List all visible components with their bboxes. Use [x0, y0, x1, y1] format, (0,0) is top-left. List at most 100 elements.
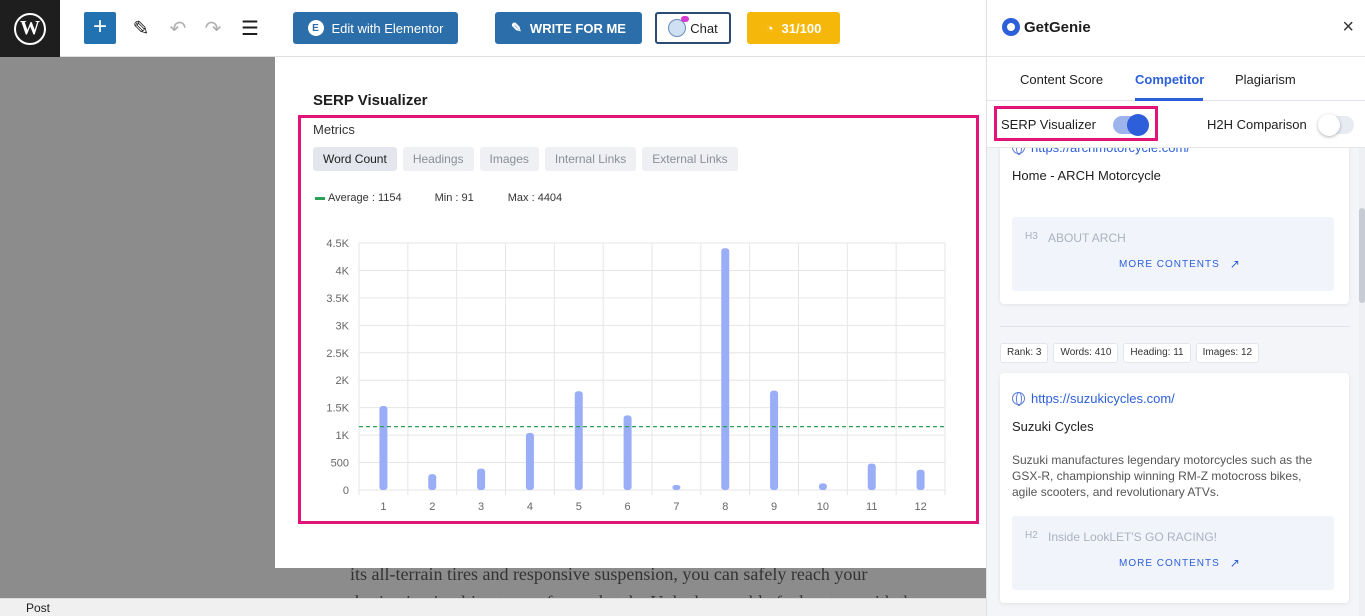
content-score-button[interactable]: ◔ 31/100 — [747, 12, 840, 44]
toggle-knob — [1318, 114, 1340, 136]
more-contents-label: MORE CONTENTS — [1119, 258, 1220, 270]
robot-icon — [668, 16, 690, 37]
serp-visualizer-toggle[interactable] — [1113, 114, 1149, 136]
chart-bar — [721, 248, 730, 490]
globe-icon — [1012, 392, 1025, 406]
breadcrumb-post[interactable]: Post — [26, 601, 50, 615]
edit-with-elementor-label: Edit with Elementor — [331, 20, 444, 36]
y-tick-label: 1.5K — [326, 403, 349, 415]
wordpress-icon: W — [14, 12, 46, 45]
heading-text: Inside LookLET'S GO RACING! — [1048, 530, 1218, 544]
toggle-row: SERP Visualizer H2H Comparison — [987, 101, 1365, 148]
wordpress-logo[interactable]: W — [0, 0, 60, 57]
rank-chip: Rank: 3 — [1000, 343, 1049, 363]
panel-tabs: Content Score Competitor Plagiarism — [987, 57, 1365, 101]
gauge-icon: ◔ — [765, 20, 774, 36]
getgenie-panel: GetGenie × Content Score Competitor Plag… — [986, 0, 1365, 616]
chat-label: Chat — [690, 20, 718, 36]
competitor-url[interactable]: https://suzukicycles.com/ — [1012, 391, 1175, 406]
y-tick-label: 3K — [336, 320, 350, 332]
x-tick-label: 3 — [478, 501, 484, 513]
x-tick-label: 4 — [527, 501, 533, 513]
elementor-icon: E — [307, 20, 324, 36]
y-tick-label: 500 — [331, 458, 349, 470]
chart-bar — [574, 391, 583, 490]
heading-chip: Heading: 11 — [1123, 343, 1191, 363]
competitor-card: https://suzukicycles.com/ Suzuki Cycles … — [1000, 373, 1349, 603]
pen-icon: ✎ — [511, 20, 522, 35]
write-for-me-label: WRITE FOR ME — [529, 20, 626, 36]
chart-bar — [770, 390, 779, 490]
more-contents-button[interactable]: MORE CONTENTS ↗ — [1119, 556, 1241, 570]
chart-bar — [867, 463, 876, 490]
pencil-icon[interactable]: ✎ — [127, 14, 155, 42]
add-block-button[interactable]: + — [84, 12, 116, 44]
x-tick-label: 6 — [625, 501, 631, 513]
chart-bar — [672, 485, 681, 490]
editor-toolbar: W + ✎ ↶ ↷ ☰ E Edit with Elementor ✎ WRIT… — [0, 0, 986, 57]
tab-content-score[interactable]: Content Score — [1020, 72, 1103, 87]
images-chip: Images: 12 — [1195, 343, 1260, 363]
chart-bar — [428, 474, 437, 490]
chat-button[interactable]: Chat — [655, 12, 731, 44]
list-view-icon[interactable]: ☰ — [236, 14, 264, 42]
more-contents-button[interactable]: MORE CONTENTS ↗ — [1119, 257, 1241, 271]
serp-visualizer-toggle-label: SERP Visualizer — [1001, 117, 1096, 132]
chart-bar — [477, 468, 486, 490]
scrollbar-thumb[interactable] — [1359, 208, 1365, 303]
chart-bar — [525, 432, 534, 490]
toggle-knob — [1127, 114, 1149, 136]
y-tick-label: 3.5K — [326, 293, 349, 305]
heading-preview: H3 ABOUT ARCH MORE CONTENTS ↗ — [1012, 217, 1334, 291]
h2h-comparison-toggle[interactable] — [1318, 114, 1354, 136]
write-for-me-button[interactable]: ✎ WRITE FOR ME — [495, 12, 642, 44]
edit-with-elementor-button[interactable]: E Edit with Elementor — [293, 12, 458, 44]
panel-header: GetGenie × — [987, 0, 1365, 57]
x-tick-label: 12 — [914, 501, 926, 513]
arrow-up-right-icon: ↗ — [1229, 556, 1241, 570]
competitor-title: Home - ARCH Motorcycle — [1012, 168, 1161, 183]
x-tick-label: 8 — [722, 501, 728, 513]
competitor-card: https://archmotorcycle.com/ Home - ARCH … — [1000, 130, 1349, 304]
x-tick-label: 7 — [673, 501, 679, 513]
tab-competitor[interactable]: Competitor — [1135, 72, 1204, 87]
y-tick-label: 2K — [336, 375, 350, 387]
divider — [1000, 326, 1350, 327]
words-chip: Words: 410 — [1053, 343, 1119, 363]
y-tick-label: 1K — [336, 430, 350, 442]
redo-icon[interactable]: ↷ — [199, 14, 227, 42]
competitor-url-text: https://suzukicycles.com/ — [1031, 391, 1175, 406]
y-tick-label: 4K — [336, 265, 350, 277]
getgenie-logo-icon — [1002, 18, 1020, 36]
serp-visualizer-modal: SERP Visualizer Metrics Word Count Headi… — [275, 57, 986, 568]
more-contents-label: MORE CONTENTS — [1119, 557, 1220, 569]
close-icon[interactable]: × — [1342, 16, 1354, 39]
arrow-up-right-icon: ↗ — [1229, 257, 1241, 271]
undo-icon[interactable]: ↶ — [164, 14, 192, 42]
word-count-chart: 05001K1.5K2K2.5K3K3.5K4K4.5K1 2 3 4 5 6 7 8 9 10 1… — [326, 238, 946, 513]
heading-preview: H2 Inside LookLET'S GO RACING! MORE CONT… — [1012, 516, 1334, 590]
chart-bar — [379, 406, 388, 490]
y-tick-label: 0 — [343, 485, 349, 497]
x-tick-label: 5 — [576, 501, 582, 513]
content-score-label: 31/100 — [781, 20, 822, 36]
getgenie-logo: GetGenie — [1002, 18, 1091, 36]
heading-tag: H2 — [1025, 530, 1038, 541]
y-tick-label: 4.5K — [326, 238, 349, 250]
panel-scrollbar[interactable] — [1359, 148, 1365, 616]
heading-tag: H3 — [1025, 231, 1038, 242]
x-tick-label: 11 — [866, 501, 877, 513]
y-tick-label: 2.5K — [326, 348, 349, 360]
chart-bar — [818, 483, 827, 490]
heading-text: ABOUT ARCH — [1048, 231, 1126, 245]
h2h-comparison-toggle-label: H2H Comparison — [1207, 117, 1307, 132]
x-tick-label: 1 — [380, 501, 386, 513]
x-tick-label: 10 — [817, 501, 829, 513]
competitor-stats: Rank: 3 Words: 410 Heading: 11 Images: 1… — [1000, 343, 1260, 363]
chart-bar — [916, 469, 925, 490]
x-tick-label: 2 — [429, 501, 435, 513]
competitor-description: Suzuki manufactures legendary motorcycle… — [1012, 453, 1313, 499]
getgenie-brand: GetGenie — [1024, 18, 1091, 36]
tab-plagiarism[interactable]: Plagiarism — [1235, 72, 1296, 87]
x-tick-label: 9 — [771, 501, 777, 513]
